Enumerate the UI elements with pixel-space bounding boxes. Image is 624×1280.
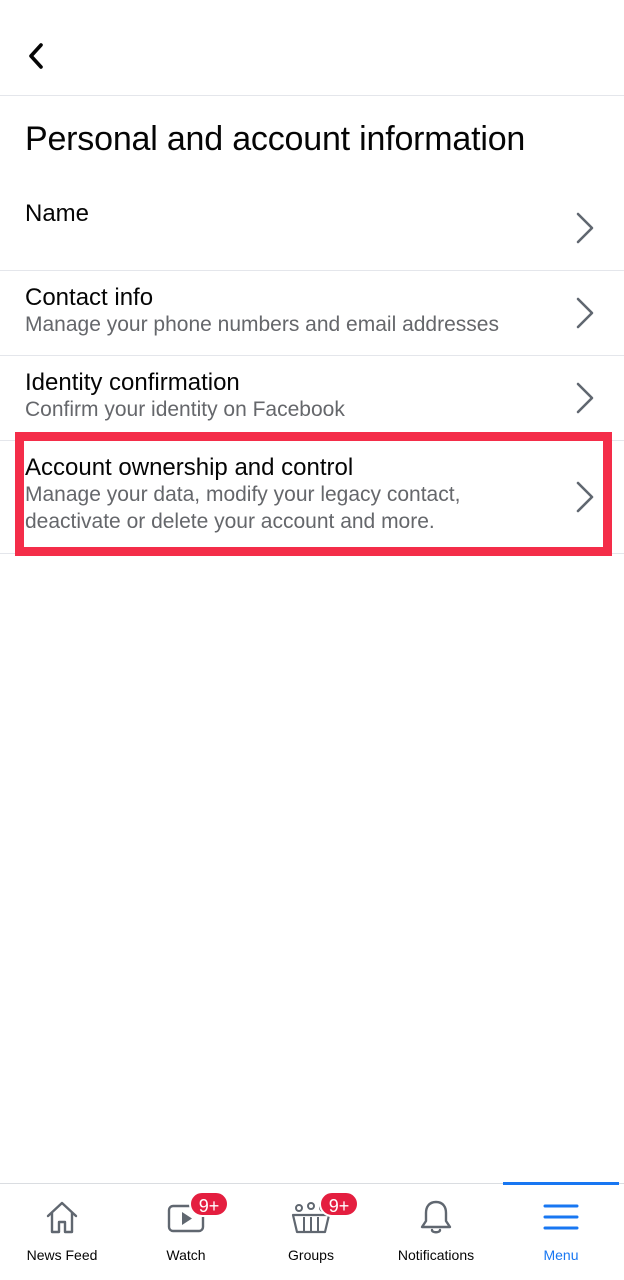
menu-icon [543,1204,579,1230]
tab-label: News Feed [26,1247,98,1263]
tab-news-feed[interactable]: News Feed [0,1184,124,1280]
settings-item-subtitle-line-1: Manage your data, modify your legacy con… [25,483,461,506]
tab-watch[interactable]: 9+ Watch [124,1184,248,1280]
top-bar [0,0,624,96]
settings-item-title: Account ownership and control [25,454,354,481]
bottom-tab-bar: News Feed 9+ Watch 9+ Groups Notificatio… [0,1182,624,1280]
tab-label: Menu [543,1247,579,1263]
tab-menu[interactable]: Menu [499,1184,623,1280]
tab-label: Groups [288,1247,334,1263]
chevron-left-icon [29,43,43,69]
tab-groups[interactable]: 9+ Groups [249,1184,373,1280]
bell-icon [420,1200,452,1234]
settings-item-subtitle: Manage your phone numbers and email addr… [25,313,499,336]
chevron-right-icon [576,382,594,414]
home-icon [46,1201,78,1234]
settings-item-title: Name [25,200,90,227]
chevron-right-icon [576,297,594,329]
tab-label: Notifications [397,1247,475,1263]
settings-item-contact-info[interactable]: Contact info Manage your phone numbers a… [0,271,624,356]
settings-item-name[interactable]: Name [0,186,624,271]
notification-badge: 9+ [319,1191,359,1217]
page-title: Personal and account information [25,120,526,158]
screen: Personal and account information Name Co… [0,0,624,1280]
tab-label: Watch [166,1247,206,1263]
back-button[interactable] [18,36,54,76]
settings-item-title: Identity confirmation [25,369,240,396]
settings-item-title: Contact info [25,284,154,311]
notification-badge: 9+ [189,1191,229,1217]
tab-notifications[interactable]: Notifications [374,1184,498,1280]
settings-item-identity-confirmation[interactable]: Identity confirmation Confirm your ident… [0,356,624,441]
chevron-right-icon [576,481,594,513]
settings-item-subtitle: Confirm your identity on Facebook [25,398,345,421]
chevron-right-icon [576,212,594,244]
settings-item-subtitle-line-2: deactivate or delete your account and mo… [25,510,435,533]
settings-item-account-ownership[interactable]: Account ownership and control Manage you… [0,441,624,554]
